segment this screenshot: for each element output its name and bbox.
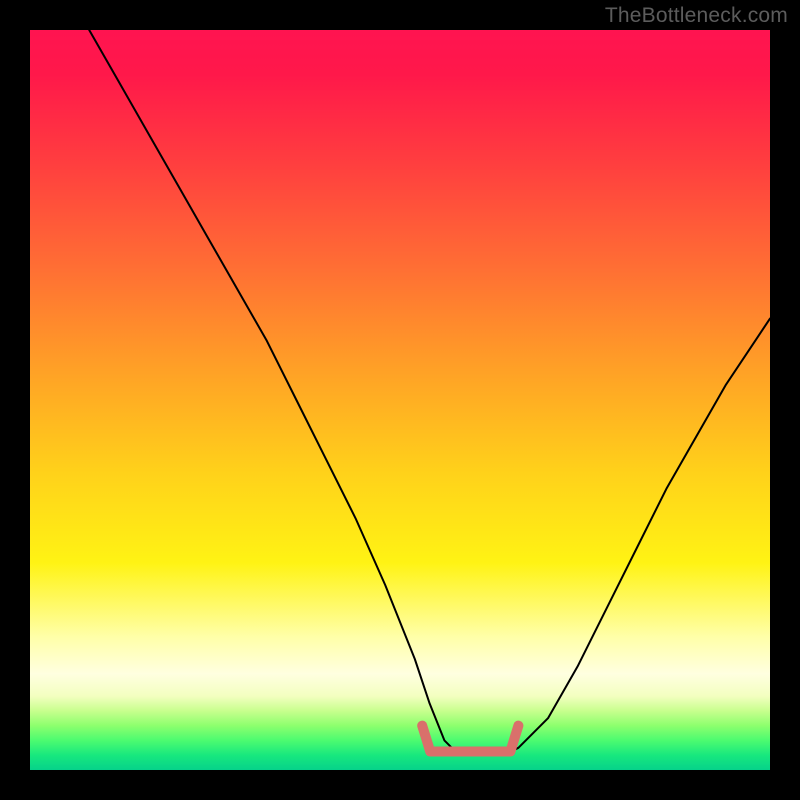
chart-frame: TheBottleneck.com — [0, 0, 800, 800]
plot-area — [30, 30, 770, 770]
optimal-marker — [422, 726, 518, 752]
watermark-text: TheBottleneck.com — [605, 4, 788, 28]
curve-overlay — [30, 30, 770, 770]
bottleneck-curve — [89, 30, 770, 755]
